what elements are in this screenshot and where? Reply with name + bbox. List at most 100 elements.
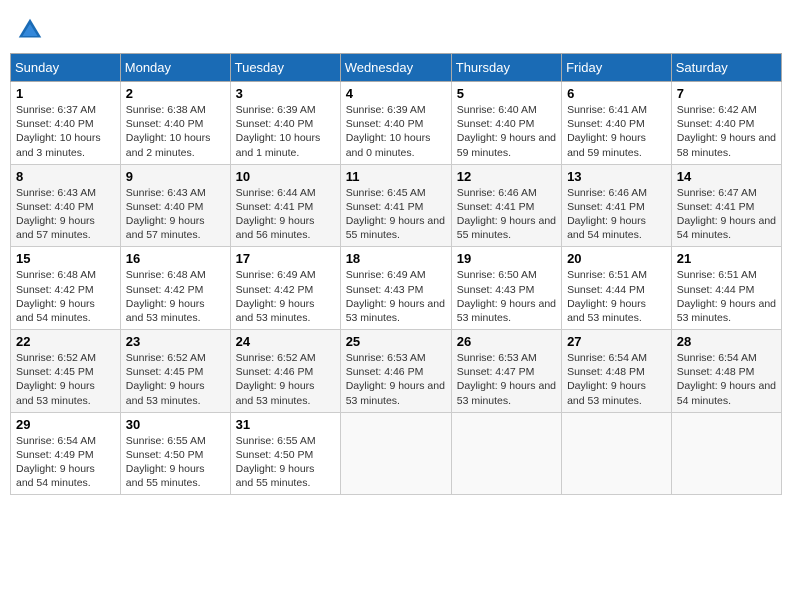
day-info: Sunrise: 6:49 AMSunset: 4:43 PMDaylight:…: [346, 269, 445, 324]
day-cell: 25 Sunrise: 6:53 AMSunset: 4:46 PMDaylig…: [340, 330, 451, 413]
week-row-1: 1 Sunrise: 6:37 AMSunset: 4:40 PMDayligh…: [11, 82, 782, 165]
day-cell: 10 Sunrise: 6:44 AMSunset: 4:41 PMDaylig…: [230, 164, 340, 247]
day-info: Sunrise: 6:46 AMSunset: 4:41 PMDaylight:…: [567, 187, 647, 242]
day-cell: 14 Sunrise: 6:47 AMSunset: 4:41 PMDaylig…: [671, 164, 781, 247]
day-number: 6: [567, 86, 666, 101]
day-info: Sunrise: 6:43 AMSunset: 4:40 PMDaylight:…: [126, 187, 206, 242]
day-cell: 4 Sunrise: 6:39 AMSunset: 4:40 PMDayligh…: [340, 82, 451, 165]
column-header-thursday: Thursday: [451, 54, 561, 82]
day-number: 24: [236, 334, 335, 349]
day-info: Sunrise: 6:40 AMSunset: 4:40 PMDaylight:…: [457, 104, 556, 159]
column-header-sunday: Sunday: [11, 54, 121, 82]
day-info: Sunrise: 6:47 AMSunset: 4:41 PMDaylight:…: [677, 187, 776, 242]
day-number: 9: [126, 169, 225, 184]
day-cell: 6 Sunrise: 6:41 AMSunset: 4:40 PMDayligh…: [562, 82, 672, 165]
day-cell: 11 Sunrise: 6:45 AMSunset: 4:41 PMDaylig…: [340, 164, 451, 247]
day-cell: 15 Sunrise: 6:48 AMSunset: 4:42 PMDaylig…: [11, 247, 121, 330]
day-cell: [562, 412, 672, 495]
day-number: 28: [677, 334, 776, 349]
day-number: 3: [236, 86, 335, 101]
day-number: 2: [126, 86, 225, 101]
day-info: Sunrise: 6:37 AMSunset: 4:40 PMDaylight:…: [16, 104, 101, 159]
day-number: 30: [126, 417, 225, 432]
day-info: Sunrise: 6:46 AMSunset: 4:41 PMDaylight:…: [457, 187, 556, 242]
day-cell: [340, 412, 451, 495]
day-info: Sunrise: 6:52 AMSunset: 4:46 PMDaylight:…: [236, 352, 316, 407]
day-cell: 12 Sunrise: 6:46 AMSunset: 4:41 PMDaylig…: [451, 164, 561, 247]
calendar-body: 1 Sunrise: 6:37 AMSunset: 4:40 PMDayligh…: [11, 82, 782, 495]
day-info: Sunrise: 6:44 AMSunset: 4:41 PMDaylight:…: [236, 187, 316, 242]
day-number: 10: [236, 169, 335, 184]
header-row: SundayMondayTuesdayWednesdayThursdayFrid…: [11, 54, 782, 82]
day-info: Sunrise: 6:53 AMSunset: 4:47 PMDaylight:…: [457, 352, 556, 407]
day-cell: 2 Sunrise: 6:38 AMSunset: 4:40 PMDayligh…: [120, 82, 230, 165]
day-cell: 20 Sunrise: 6:51 AMSunset: 4:44 PMDaylig…: [562, 247, 672, 330]
day-info: Sunrise: 6:53 AMSunset: 4:46 PMDaylight:…: [346, 352, 445, 407]
day-info: Sunrise: 6:38 AMSunset: 4:40 PMDaylight:…: [126, 104, 211, 159]
day-info: Sunrise: 6:54 AMSunset: 4:48 PMDaylight:…: [567, 352, 647, 407]
day-cell: 29 Sunrise: 6:54 AMSunset: 4:49 PMDaylig…: [11, 412, 121, 495]
day-cell: 18 Sunrise: 6:49 AMSunset: 4:43 PMDaylig…: [340, 247, 451, 330]
day-info: Sunrise: 6:48 AMSunset: 4:42 PMDaylight:…: [16, 269, 96, 324]
week-row-2: 8 Sunrise: 6:43 AMSunset: 4:40 PMDayligh…: [11, 164, 782, 247]
day-number: 19: [457, 251, 556, 266]
day-cell: 16 Sunrise: 6:48 AMSunset: 4:42 PMDaylig…: [120, 247, 230, 330]
week-row-5: 29 Sunrise: 6:54 AMSunset: 4:49 PMDaylig…: [11, 412, 782, 495]
day-cell: 1 Sunrise: 6:37 AMSunset: 4:40 PMDayligh…: [11, 82, 121, 165]
day-number: 12: [457, 169, 556, 184]
column-header-monday: Monday: [120, 54, 230, 82]
day-info: Sunrise: 6:51 AMSunset: 4:44 PMDaylight:…: [567, 269, 647, 324]
logo-icon: [15, 15, 45, 45]
day-cell: 21 Sunrise: 6:51 AMSunset: 4:44 PMDaylig…: [671, 247, 781, 330]
day-info: Sunrise: 6:43 AMSunset: 4:40 PMDaylight:…: [16, 187, 96, 242]
day-cell: 30 Sunrise: 6:55 AMSunset: 4:50 PMDaylig…: [120, 412, 230, 495]
day-number: 22: [16, 334, 115, 349]
day-cell: [671, 412, 781, 495]
day-number: 11: [346, 169, 446, 184]
column-header-tuesday: Tuesday: [230, 54, 340, 82]
day-info: Sunrise: 6:50 AMSunset: 4:43 PMDaylight:…: [457, 269, 556, 324]
day-cell: 24 Sunrise: 6:52 AMSunset: 4:46 PMDaylig…: [230, 330, 340, 413]
day-cell: [451, 412, 561, 495]
day-number: 8: [16, 169, 115, 184]
week-row-4: 22 Sunrise: 6:52 AMSunset: 4:45 PMDaylig…: [11, 330, 782, 413]
day-cell: 8 Sunrise: 6:43 AMSunset: 4:40 PMDayligh…: [11, 164, 121, 247]
day-cell: 3 Sunrise: 6:39 AMSunset: 4:40 PMDayligh…: [230, 82, 340, 165]
day-number: 25: [346, 334, 446, 349]
week-row-3: 15 Sunrise: 6:48 AMSunset: 4:42 PMDaylig…: [11, 247, 782, 330]
day-number: 26: [457, 334, 556, 349]
day-cell: 9 Sunrise: 6:43 AMSunset: 4:40 PMDayligh…: [120, 164, 230, 247]
day-cell: 28 Sunrise: 6:54 AMSunset: 4:48 PMDaylig…: [671, 330, 781, 413]
day-number: 14: [677, 169, 776, 184]
day-cell: 31 Sunrise: 6:55 AMSunset: 4:50 PMDaylig…: [230, 412, 340, 495]
day-cell: 22 Sunrise: 6:52 AMSunset: 4:45 PMDaylig…: [11, 330, 121, 413]
day-cell: 7 Sunrise: 6:42 AMSunset: 4:40 PMDayligh…: [671, 82, 781, 165]
day-number: 17: [236, 251, 335, 266]
day-info: Sunrise: 6:39 AMSunset: 4:40 PMDaylight:…: [236, 104, 321, 159]
calendar-table: SundayMondayTuesdayWednesdayThursdayFrid…: [10, 53, 782, 495]
day-cell: 19 Sunrise: 6:50 AMSunset: 4:43 PMDaylig…: [451, 247, 561, 330]
day-info: Sunrise: 6:54 AMSunset: 4:49 PMDaylight:…: [16, 435, 96, 490]
column-header-saturday: Saturday: [671, 54, 781, 82]
day-number: 21: [677, 251, 776, 266]
day-cell: 26 Sunrise: 6:53 AMSunset: 4:47 PMDaylig…: [451, 330, 561, 413]
day-number: 20: [567, 251, 666, 266]
day-number: 29: [16, 417, 115, 432]
day-number: 31: [236, 417, 335, 432]
day-info: Sunrise: 6:45 AMSunset: 4:41 PMDaylight:…: [346, 187, 445, 242]
day-number: 18: [346, 251, 446, 266]
day-info: Sunrise: 6:51 AMSunset: 4:44 PMDaylight:…: [677, 269, 776, 324]
day-info: Sunrise: 6:49 AMSunset: 4:42 PMDaylight:…: [236, 269, 316, 324]
day-info: Sunrise: 6:39 AMSunset: 4:40 PMDaylight:…: [346, 104, 431, 159]
day-number: 4: [346, 86, 446, 101]
day-cell: 23 Sunrise: 6:52 AMSunset: 4:45 PMDaylig…: [120, 330, 230, 413]
day-cell: 27 Sunrise: 6:54 AMSunset: 4:48 PMDaylig…: [562, 330, 672, 413]
day-number: 23: [126, 334, 225, 349]
day-info: Sunrise: 6:55 AMSunset: 4:50 PMDaylight:…: [126, 435, 206, 490]
day-number: 5: [457, 86, 556, 101]
day-cell: 13 Sunrise: 6:46 AMSunset: 4:41 PMDaylig…: [562, 164, 672, 247]
day-info: Sunrise: 6:41 AMSunset: 4:40 PMDaylight:…: [567, 104, 647, 159]
day-number: 27: [567, 334, 666, 349]
calendar-header: SundayMondayTuesdayWednesdayThursdayFrid…: [11, 54, 782, 82]
day-info: Sunrise: 6:42 AMSunset: 4:40 PMDaylight:…: [677, 104, 776, 159]
